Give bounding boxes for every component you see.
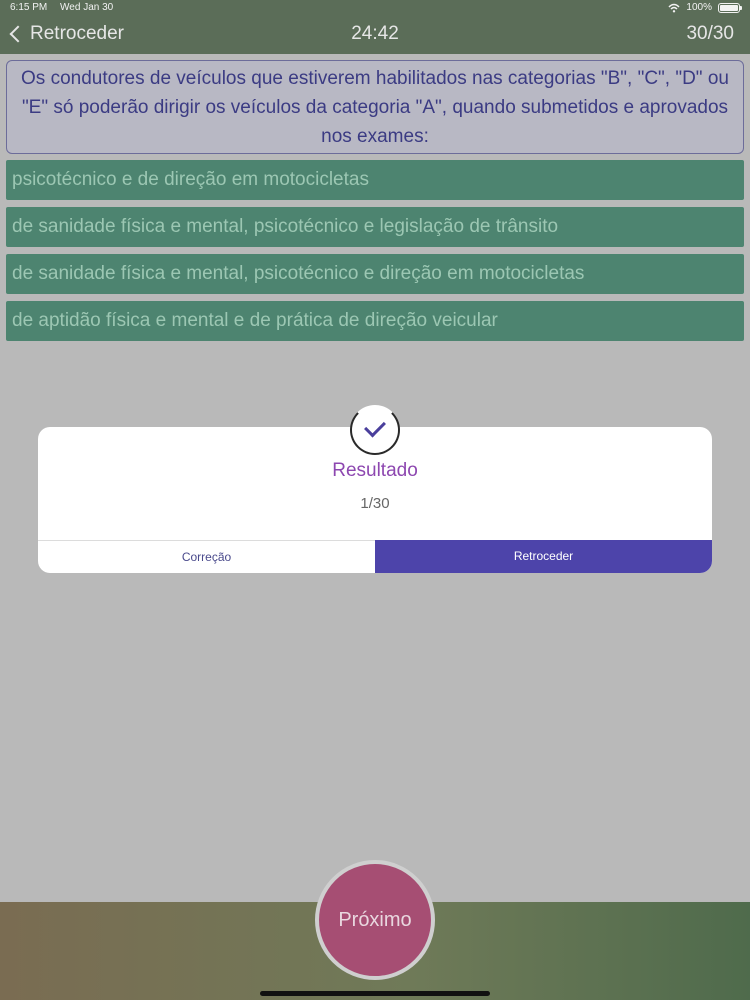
result-score: 1/30 [360, 495, 390, 512]
nav-bar: Retroceder 24:42 30/30 [0, 16, 750, 54]
result-dialog: Resultado 1/30 Correção Retroceder [38, 405, 712, 573]
battery-percent: 100% [686, 2, 712, 13]
answer-option-2[interactable]: de sanidade física e mental, psicotécnic… [6, 207, 744, 247]
answer-option-3[interactable]: de sanidade física e mental, psicotécnic… [6, 254, 744, 294]
wifi-icon [668, 3, 680, 12]
correction-button[interactable]: Correção [38, 540, 375, 573]
question-counter: 30/30 [686, 23, 734, 44]
status-time: 6:15 PM [10, 2, 48, 13]
status-bar: 6:15 PM Wed Jan 30 100% [0, 0, 750, 16]
dialog-title: Resultado [332, 460, 418, 481]
back-dialog-button[interactable]: Retroceder [375, 540, 712, 573]
check-circle-icon [350, 405, 400, 455]
check-icon [364, 415, 386, 438]
status-date: Wed Jan 30 [60, 2, 114, 13]
next-button[interactable]: Próximo [315, 860, 435, 980]
timer: 24:42 [351, 23, 399, 44]
question-text: Os condutores de veículos que estiverem … [6, 60, 744, 154]
answer-option-1[interactable]: psicotécnico e de direção em motocicleta… [6, 160, 744, 200]
battery-icon [718, 2, 742, 13]
home-indicator [260, 991, 490, 996]
answer-option-4[interactable]: de aptidão física e mental e de prática … [6, 301, 744, 341]
